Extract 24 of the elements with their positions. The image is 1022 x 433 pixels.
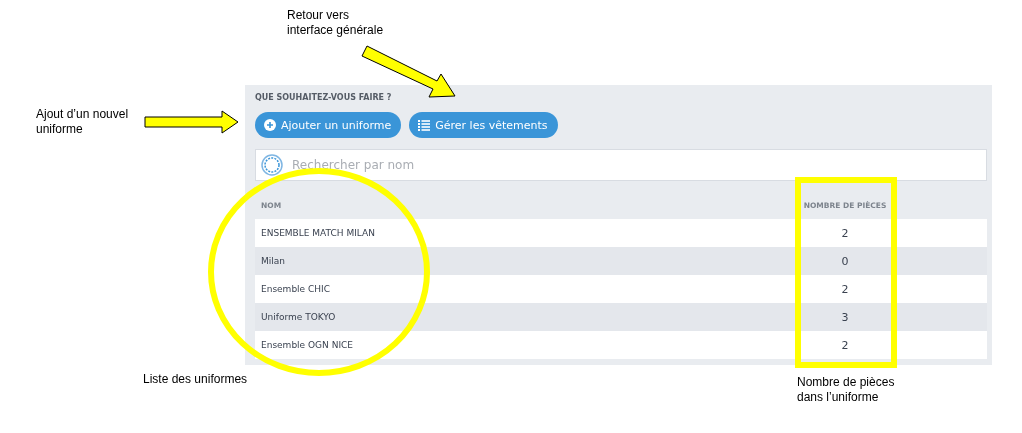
search-icon bbox=[261, 154, 283, 176]
table-cell-text: ENSEMBLE MATCH MILAN bbox=[261, 228, 376, 238]
annotation-text: Nombre de pièces dans l’uniforme bbox=[797, 375, 896, 405]
table-cell-text: 3 bbox=[840, 310, 850, 324]
table-cell-text: 2 bbox=[840, 338, 850, 352]
section-heading: QUE SOUHAITEZ-VOUS FAIRE ? bbox=[255, 93, 393, 102]
table-row[interactable]: Ensemble OGN NICE 2 bbox=[255, 331, 987, 359]
table-row[interactable]: Ensemble CHIC 2 bbox=[255, 275, 987, 303]
table-row[interactable]: Milan 0 bbox=[255, 247, 987, 275]
plus-circle-icon bbox=[264, 119, 276, 131]
table-cell-text: Milan bbox=[261, 256, 286, 266]
table-row[interactable]: Uniforme TOKYO 3 bbox=[255, 303, 987, 331]
table-cell-text: Uniforme TOKYO bbox=[261, 312, 337, 322]
table-cell-text: 0 bbox=[840, 254, 850, 268]
table-cell-text: Ensemble CHIC bbox=[261, 284, 331, 294]
search-field[interactable]: Rechercher par nom bbox=[255, 149, 987, 181]
table-cell-text: 2 bbox=[840, 282, 850, 296]
table-cell-text: Ensemble OGN NICE bbox=[261, 340, 354, 350]
annotation-text: Retour vers interface générale bbox=[287, 8, 385, 38]
table-cell-text: 2 bbox=[840, 226, 850, 240]
list-icon bbox=[418, 119, 431, 131]
annotation-text: Ajout d’un nouvel uniforme bbox=[36, 107, 130, 137]
table-row[interactable]: ENSEMBLE MATCH MILAN 2 bbox=[255, 219, 987, 247]
annotation-text: Liste des uniformes bbox=[143, 372, 249, 387]
